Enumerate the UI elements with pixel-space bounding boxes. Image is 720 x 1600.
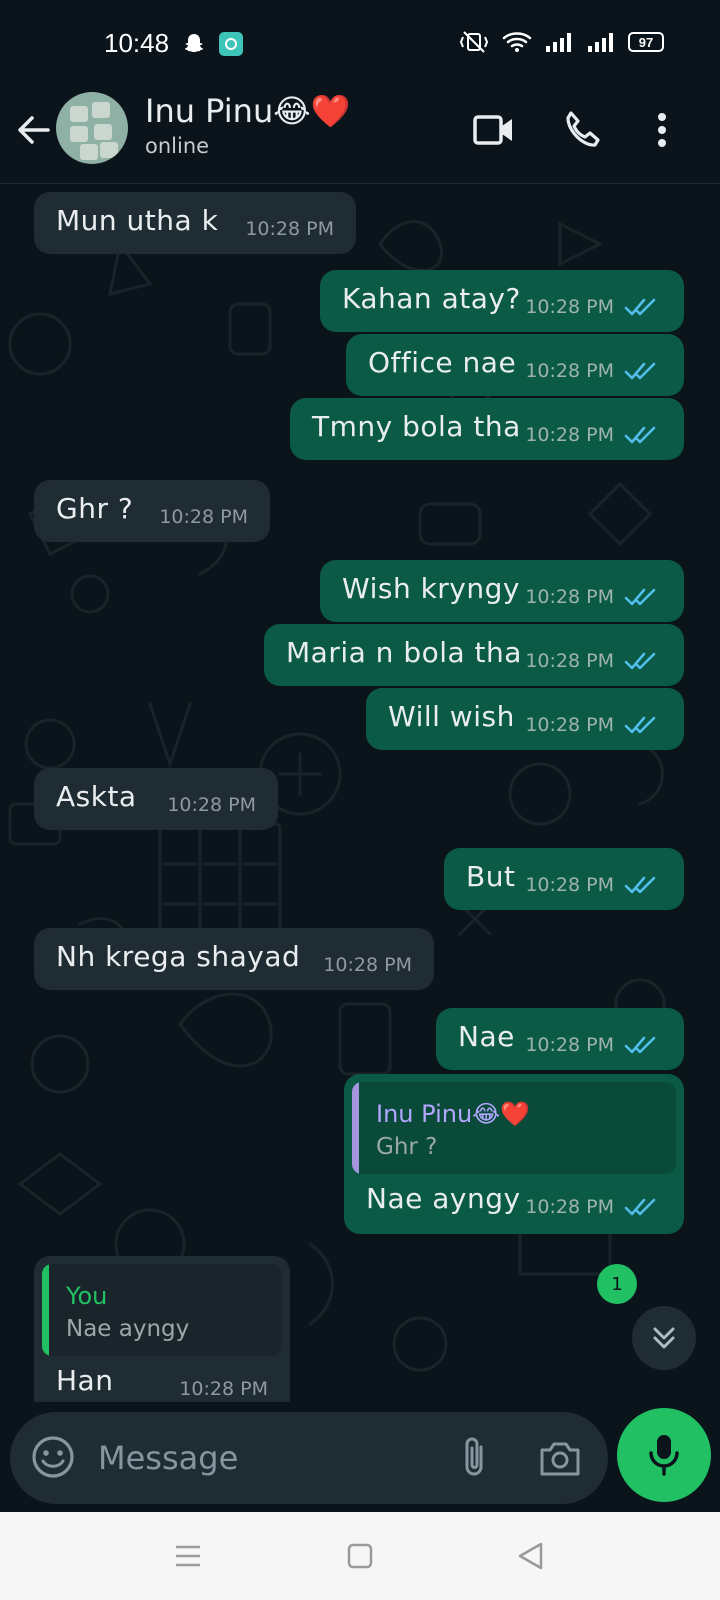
app-notification-icon: [219, 32, 243, 56]
message-text: Nae ayngy: [366, 1182, 521, 1215]
vibrate-icon: [459, 31, 489, 53]
message-time: 10:28 PM: [159, 506, 248, 528]
back-arrow-icon[interactable]: [14, 110, 54, 150]
incoming-message[interactable]: Nh krega shayad 10:28 PM: [34, 928, 434, 990]
unread-badge[interactable]: 1: [597, 1264, 637, 1304]
home-nav-icon[interactable]: [338, 1534, 382, 1578]
phone-icon[interactable]: [556, 104, 608, 156]
status-bar: 10:48 97: [0, 0, 720, 88]
message-time: 10:28 PM: [525, 714, 614, 736]
outgoing-message[interactable]: But 10:28 PM: [444, 848, 684, 910]
message-text: Han: [56, 1364, 114, 1397]
quoted-message[interactable]: You Nae ayngy: [42, 1264, 282, 1356]
message-input[interactable]: [98, 1430, 438, 1486]
status-indicators: 97: [458, 30, 664, 54]
back-nav-icon[interactable]: [508, 1534, 552, 1578]
outgoing-message[interactable]: Maria n bola tha 10:28 PM: [264, 624, 684, 686]
video-call-icon[interactable]: [468, 104, 520, 156]
message-time: 10:28 PM: [525, 360, 614, 382]
message-text: Nae: [458, 1020, 515, 1053]
system-nav-bar: [0, 1512, 720, 1600]
quote-text: Ghr ?: [376, 1134, 438, 1160]
quote-accent-bar: [42, 1264, 49, 1356]
read-receipt-icon: [624, 1196, 658, 1223]
quote-author: Inu Pinu😂❤️: [376, 1100, 531, 1128]
incoming-message[interactable]: Mun utha k 10:28 PM: [34, 192, 356, 254]
read-receipt-icon: [624, 424, 658, 451]
message-text: But: [466, 860, 516, 893]
message-text: Mun utha k: [56, 204, 219, 237]
message-time: 10:28 PM: [525, 874, 614, 896]
read-receipt-icon: [624, 714, 658, 741]
message-time: 10:28 PM: [525, 650, 614, 672]
status-time: 10:48: [104, 28, 170, 58]
read-receipt-icon: [624, 360, 658, 387]
attach-icon[interactable]: [448, 1432, 500, 1484]
message-time: 10:28 PM: [525, 296, 614, 318]
message-time: 10:28 PM: [323, 954, 412, 976]
outgoing-message[interactable]: Nae 10:28 PM: [436, 1008, 684, 1070]
outgoing-message[interactable]: Office nae 10:28 PM: [346, 334, 684, 396]
snapchat-icon: [182, 32, 206, 60]
signal-icon-2: [588, 33, 613, 52]
outgoing-message[interactable]: Kahan atay? 10:28 PM: [320, 270, 684, 332]
outgoing-message[interactable]: Inu Pinu😂❤️ Ghr ? Nae ayngy 10:28 PM: [344, 1074, 684, 1234]
message-text: Kahan atay?: [342, 282, 521, 315]
message-time: 10:28 PM: [525, 424, 614, 446]
read-receipt-icon: [624, 650, 658, 677]
signal-icon: [546, 33, 571, 52]
read-receipt-icon: [624, 1034, 658, 1061]
contact-name[interactable]: Inu Pinu😂❤️: [145, 92, 350, 130]
more-vert-icon[interactable]: [636, 104, 688, 156]
quote-author: You: [66, 1282, 108, 1310]
message-time: 10:28 PM: [245, 218, 334, 240]
chat-header: Inu Pinu😂❤️ online: [0, 88, 720, 184]
outgoing-message[interactable]: Will wish 10:28 PM: [366, 688, 684, 750]
message-time: 10:28 PM: [525, 1196, 614, 1218]
message-time: 10:28 PM: [525, 1034, 614, 1056]
message-time: 10:28 PM: [179, 1378, 268, 1400]
battery-indicator: 97: [628, 32, 664, 52]
message-text: Office nae: [368, 346, 517, 379]
message-text: Tmny bola tha: [312, 410, 521, 443]
outgoing-message[interactable]: Wish kryngy 10:28 PM: [320, 560, 684, 622]
incoming-message[interactable]: Ghr ? 10:28 PM: [34, 480, 270, 542]
message-text: Maria n bola tha: [286, 636, 522, 669]
mic-icon[interactable]: [617, 1408, 711, 1502]
message-text: Ghr ?: [56, 492, 134, 525]
incoming-message[interactable]: You Nae ayngy Han 10:28 PM: [34, 1256, 290, 1402]
double-chevron-down-icon[interactable]: [632, 1306, 696, 1370]
message-text: Nh krega shayad: [56, 940, 301, 973]
message-text: Wish kryngy: [342, 572, 520, 605]
quoted-message[interactable]: Inu Pinu😂❤️ Ghr ?: [352, 1082, 676, 1174]
avatar[interactable]: [56, 92, 128, 164]
quote-accent-bar: [352, 1082, 359, 1174]
quote-text: Nae ayngy: [66, 1316, 190, 1342]
message-composer: [10, 1412, 608, 1504]
menu-nav-icon[interactable]: [166, 1534, 210, 1578]
emoji-icon[interactable]: [30, 1434, 78, 1482]
read-receipt-icon: [624, 874, 658, 901]
message-time: 10:28 PM: [525, 586, 614, 608]
message-time: 10:28 PM: [167, 794, 256, 816]
read-receipt-icon: [624, 296, 658, 323]
message-text: Askta: [56, 780, 137, 813]
camera-icon[interactable]: [534, 1432, 586, 1484]
incoming-message[interactable]: Askta 10:28 PM: [34, 768, 278, 830]
message-text: Will wish: [388, 700, 515, 733]
read-receipt-icon: [624, 586, 658, 613]
outgoing-message[interactable]: Tmny bola tha 10:28 PM: [290, 398, 684, 460]
contact-status: online: [145, 134, 210, 158]
wifi-icon: [502, 32, 532, 52]
